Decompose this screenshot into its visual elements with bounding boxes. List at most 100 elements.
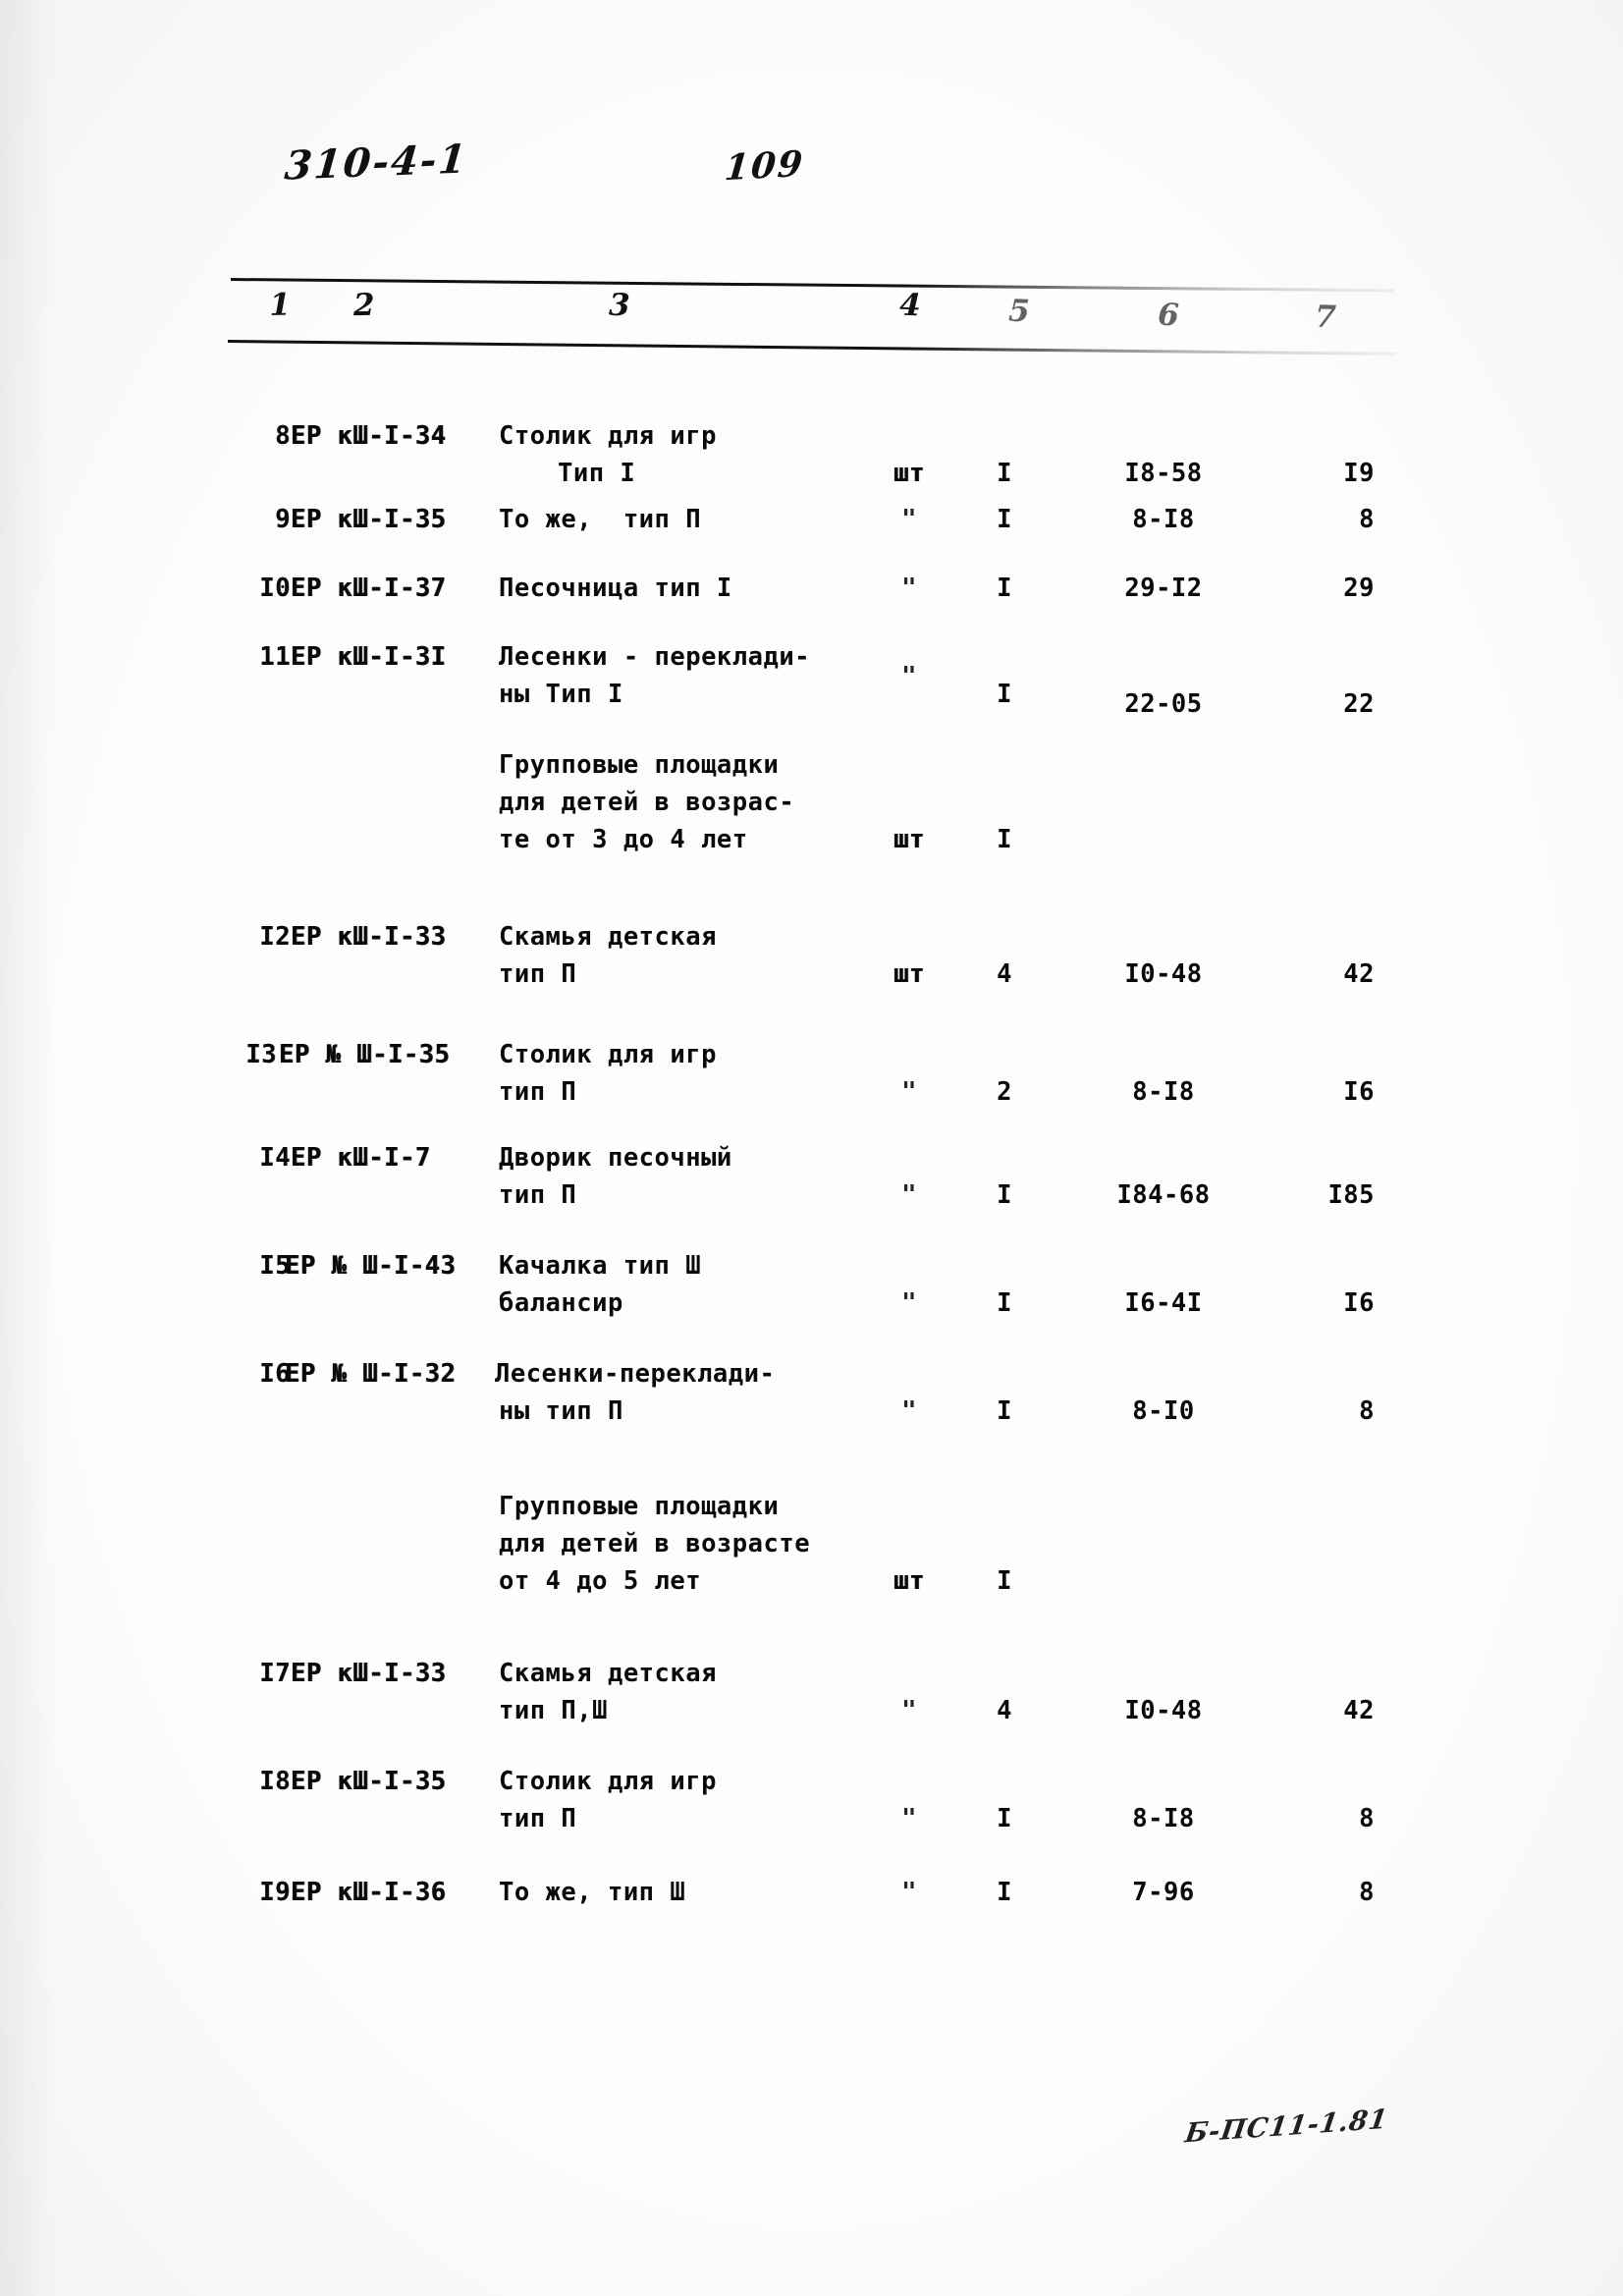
row-name: Столик для игр xyxy=(499,421,717,451)
row-price: I6-4I xyxy=(1124,1288,1203,1318)
row-qty: I xyxy=(997,1804,1012,1833)
row-name-line2: тип П,Ш xyxy=(499,1696,608,1725)
row-number: I2 xyxy=(259,922,291,952)
column-number-4: 4 xyxy=(898,287,922,324)
handwritten-document-code: 310-4-1 xyxy=(283,136,470,190)
row-price: I84-68 xyxy=(1116,1180,1211,1210)
row-name: Лесенки-переклади- xyxy=(495,1359,776,1389)
row-code: ЕР кШ-I-35 xyxy=(291,505,447,534)
row-number: I0 xyxy=(259,574,291,603)
row-price: 22-05 xyxy=(1124,689,1203,719)
row-unit: " xyxy=(901,1180,917,1210)
row-price: 29-I2 xyxy=(1124,574,1203,603)
row-price: 8-I8 xyxy=(1132,505,1195,534)
row-qty: I xyxy=(997,574,1012,603)
row-total: I9 xyxy=(1343,459,1375,488)
row-total: 8 xyxy=(1359,505,1375,534)
row-qty: I xyxy=(997,1180,1012,1210)
row-name: Лесенки - переклади- xyxy=(499,642,811,672)
row-name-line2: балансир xyxy=(499,1288,623,1318)
column-number-5: 5 xyxy=(1007,293,1031,330)
row-total: 22 xyxy=(1343,689,1375,719)
row-unit: " xyxy=(901,574,917,603)
row-code: ЕР № Ш-I-43 xyxy=(285,1251,457,1281)
row-price: I0-48 xyxy=(1124,1696,1203,1725)
group-name-line3: от 4 до 5 лет xyxy=(499,1566,702,1596)
row-qty: I xyxy=(997,459,1012,488)
group-qty: I xyxy=(997,1566,1012,1596)
row-name: То же, тип Ш xyxy=(499,1878,686,1907)
row-price: 8-I0 xyxy=(1132,1396,1195,1426)
row-qty: 4 xyxy=(997,959,1012,989)
row-total: 42 xyxy=(1343,959,1375,989)
column-number-1: 1 xyxy=(269,287,292,323)
row-code: ЕР кШ-I-33 xyxy=(291,1659,447,1688)
row-name: Скамья детская xyxy=(499,1659,717,1688)
row-name-line2: Тип I xyxy=(558,459,636,488)
row-unit: " xyxy=(901,662,917,691)
row-name-line2: тип П xyxy=(499,959,577,989)
row-name-line2: тип П xyxy=(499,1077,577,1107)
row-name: Дворик песочный xyxy=(499,1143,732,1173)
table-rule-bottom xyxy=(227,340,1396,355)
row-number: 8 xyxy=(275,421,291,451)
row-number: I7 xyxy=(259,1659,291,1688)
row-unit: " xyxy=(901,1878,917,1907)
row-number: I8 xyxy=(259,1767,291,1796)
group-unit: шт xyxy=(893,825,925,854)
column-number-2: 2 xyxy=(352,287,375,324)
handwritten-archive-mark: Б-ПС11-1.81 xyxy=(1183,2104,1390,2150)
row-qty: I xyxy=(997,680,1012,709)
group-unit: шт xyxy=(893,1566,925,1596)
row-price: 8-I8 xyxy=(1132,1077,1195,1107)
row-unit: шт xyxy=(893,459,925,488)
row-qty: I xyxy=(997,1396,1012,1426)
row-total: 8 xyxy=(1359,1804,1375,1833)
scan-edge-shadow xyxy=(0,0,57,2296)
row-unit: шт xyxy=(893,959,925,989)
handwritten-page-number: 109 xyxy=(723,142,806,190)
row-qty: 2 xyxy=(997,1077,1012,1107)
row-qty: 4 xyxy=(997,1696,1012,1725)
row-unit: " xyxy=(901,1288,917,1318)
row-total: I6 xyxy=(1343,1077,1375,1107)
group-name-line2: для детей в возрасте xyxy=(499,1529,811,1558)
group-qty: I xyxy=(997,825,1012,854)
row-code: ЕР кШ-I-35 xyxy=(291,1767,447,1796)
row-code: ЕР кШ-I-33 xyxy=(291,922,447,952)
row-unit: " xyxy=(901,1696,917,1725)
row-number: I5 xyxy=(259,1251,291,1281)
row-code: ЕР № Ш-I-32 xyxy=(285,1359,457,1389)
group-name-line2: для детей в возрас- xyxy=(499,788,795,817)
row-name: Качалка тип Ш xyxy=(499,1251,702,1281)
row-total: 8 xyxy=(1359,1878,1375,1907)
row-code: ЕР кШ-I-3I xyxy=(291,642,447,672)
row-code: ЕР кШ-I-7 xyxy=(291,1143,431,1173)
group-name-line3: те от 3 до 4 лет xyxy=(499,825,748,854)
row-total: I85 xyxy=(1327,1180,1375,1210)
row-code: ЕР № Ш-I-35 xyxy=(279,1040,451,1069)
row-unit: " xyxy=(901,1077,917,1107)
row-unit: " xyxy=(901,1804,917,1833)
row-price: 7-96 xyxy=(1132,1878,1195,1907)
row-name: То же, тип П xyxy=(499,505,702,534)
row-name-line2: ны тип П xyxy=(499,1396,623,1426)
row-price: 8-I8 xyxy=(1132,1804,1195,1833)
row-number: 9 xyxy=(275,505,291,534)
column-number-3: 3 xyxy=(608,287,630,324)
row-number: I9 xyxy=(259,1878,291,1907)
row-name: Песочница тип I xyxy=(499,574,732,603)
row-name: Скамья детская xyxy=(499,922,717,952)
row-code: ЕР кШ-I-34 xyxy=(291,421,447,451)
row-total: 29 xyxy=(1343,574,1375,603)
row-code: ЕР кШ-I-36 xyxy=(291,1878,447,1907)
row-number: I6 xyxy=(259,1359,291,1389)
row-total: I6 xyxy=(1343,1288,1375,1318)
row-price: I8-58 xyxy=(1124,459,1203,488)
row-name-line2: тип П xyxy=(499,1180,577,1210)
table-rule-top xyxy=(230,278,1394,293)
row-number: I4 xyxy=(259,1143,291,1173)
row-code: ЕР кШ-I-37 xyxy=(291,574,447,603)
group-name-line1: Групповые площадки xyxy=(499,1492,780,1521)
row-name: Столик для игр xyxy=(499,1767,717,1796)
